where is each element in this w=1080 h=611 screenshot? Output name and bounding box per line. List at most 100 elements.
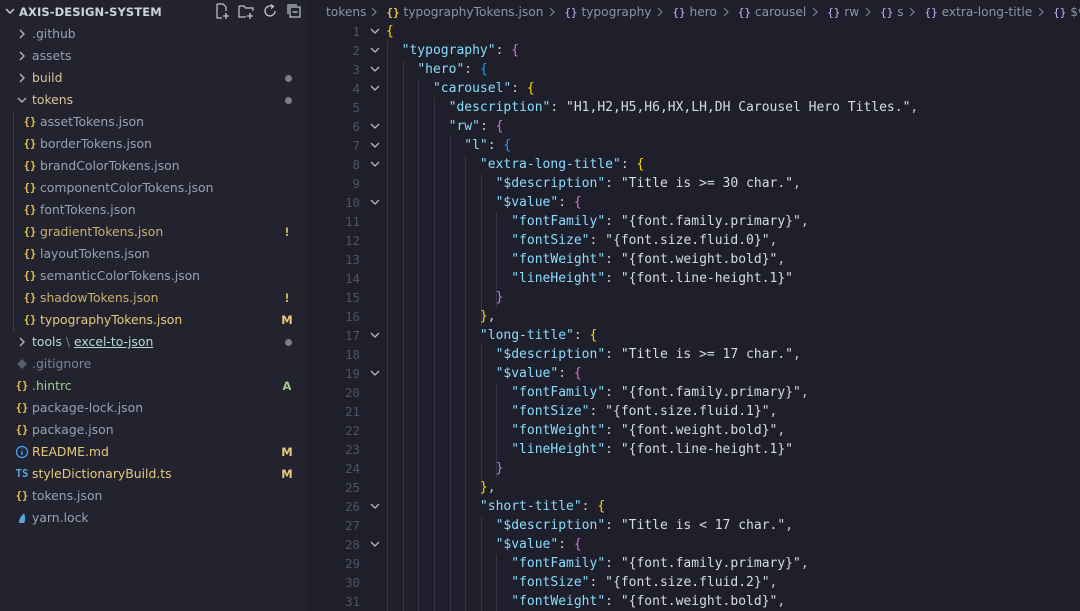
json-file-icon: {}: [23, 314, 37, 326]
fold-chevron-icon[interactable]: [368, 117, 382, 136]
tree-file[interactable]: {} layoutTokens.json: [0, 243, 309, 265]
code-line[interactable]: 13 "fontWeight": "{font.weight.bold}",: [310, 250, 1080, 269]
code-line[interactable]: 9 "$description": "Title is >= 30 char."…: [310, 174, 1080, 193]
code-line[interactable]: 19 "$value": {: [310, 364, 1080, 383]
breadcrumb-item[interactable]: {} extra-long-title: [924, 0, 1032, 24]
code-line[interactable]: 31 "fontWeight": "{font.weight.bold}",: [310, 592, 1080, 611]
code-line[interactable]: 29 "fontFamily": "{font.family.primary}"…: [310, 554, 1080, 573]
breadcrumb-item[interactable]: {} typography: [564, 0, 651, 24]
breadcrumb-label: hero: [689, 5, 717, 19]
code-line[interactable]: 15 }: [310, 288, 1080, 307]
code-text: }: [495, 461, 504, 476]
collapse-all-icon[interactable]: [285, 2, 303, 20]
fold-chevron-icon[interactable]: [368, 326, 382, 345]
code-line[interactable]: 26 "short-title": {: [310, 497, 1080, 516]
tree-file[interactable]: {} gradientTokens.json!: [0, 221, 309, 243]
tree-file[interactable]: yarn.lock: [0, 507, 309, 529]
explorer-header[interactable]: AXIS-DESIGN-SYSTEM: [0, 0, 309, 24]
tree-file[interactable]: {} assetTokens.json: [0, 111, 309, 133]
code-line[interactable]: 17 "long-title": {: [310, 326, 1080, 345]
fold-chevron-icon[interactable]: [368, 535, 382, 554]
code-line[interactable]: 25 },: [310, 478, 1080, 497]
chevron-right-icon[interactable]: [16, 331, 28, 353]
tree-file[interactable]: {} semanticColorTokens.json: [0, 265, 309, 287]
code-line[interactable]: 4 "carousel": {: [310, 79, 1080, 98]
tree-item-label: .gitignore: [32, 353, 91, 375]
fold-chevron-icon[interactable]: [368, 41, 382, 60]
json-file-icon: {}: [23, 182, 37, 194]
code-line[interactable]: 1{: [310, 22, 1080, 41]
breadcrumb-item[interactable]: {} hero: [672, 0, 717, 24]
tree-file[interactable]: README.md M: [0, 441, 309, 463]
chevron-right-icon: [370, 0, 378, 24]
code-line[interactable]: 6 "rw": {: [310, 117, 1080, 136]
code-line[interactable]: 27 "$description": "Title is < 17 char."…: [310, 516, 1080, 535]
new-folder-icon[interactable]: [237, 2, 255, 20]
code-line[interactable]: 11 "fontFamily": "{font.family.primary}"…: [310, 212, 1080, 231]
tree-folder[interactable]: .github: [0, 23, 309, 45]
tree-file[interactable]: {} package-lock.json: [0, 397, 309, 419]
tree-file[interactable]: TS styleDictionaryBuild.ts M: [0, 463, 309, 485]
fold-chevron-icon[interactable]: [368, 364, 382, 383]
tree-file[interactable]: {} typographyTokens.json M: [0, 309, 309, 331]
tree-file[interactable]: .gitignore: [0, 353, 309, 375]
tree-file[interactable]: {} .hintrc A: [0, 375, 309, 397]
breadcrumb-item[interactable]: {} typographyTokens.json: [386, 0, 543, 24]
tree-folder[interactable]: tokens: [0, 89, 309, 111]
tree-item-name: .gitignore: [32, 356, 92, 371]
code-editor[interactable]: 1{2 "typography": {3 "hero": {4 "carouse…: [310, 22, 1080, 611]
code-line[interactable]: 21 "fontSize": "{font.size.fluid.1}",: [310, 402, 1080, 421]
code-line[interactable]: 14 "lineHeight": "{font.line-height.1}": [310, 269, 1080, 288]
tree-file[interactable]: {} borderTokens.json: [0, 133, 309, 155]
chevron-right-icon[interactable]: [16, 23, 28, 45]
fold-chevron-icon[interactable]: [368, 155, 382, 174]
tree-file[interactable]: {} brandColorTokens.json: [0, 155, 309, 177]
tree-file[interactable]: {} tokens.json: [0, 485, 309, 507]
fold-chevron-icon[interactable]: [368, 79, 382, 98]
breadcrumb-item[interactable]: tokens: [326, 0, 366, 24]
typescript-file-icon: TS: [15, 468, 29, 480]
chevron-down-icon[interactable]: [16, 89, 28, 111]
object-symbol-icon: {}: [1053, 6, 1067, 19]
code-line[interactable]: 8 "extra-long-title": {: [310, 155, 1080, 174]
code-line[interactable]: 22 "fontWeight": "{font.weight.bold}",: [310, 421, 1080, 440]
fold-chevron-icon[interactable]: [368, 497, 382, 516]
code-line[interactable]: 24 }: [310, 459, 1080, 478]
refresh-icon[interactable]: [261, 2, 279, 20]
tree-folder[interactable]: assets: [0, 45, 309, 67]
fold-chevron-icon[interactable]: [368, 136, 382, 155]
code-line[interactable]: 16 },: [310, 307, 1080, 326]
new-file-icon[interactable]: [213, 2, 231, 20]
chevron-down-icon[interactable]: [4, 4, 16, 18]
object-symbol-icon: {}: [827, 6, 841, 19]
code-line[interactable]: 3 "hero": {: [310, 60, 1080, 79]
tree-folder[interactable]: build: [0, 67, 309, 89]
code-line[interactable]: 5 "description": "H1,H2,H5,H6,HX,LH,DH C…: [310, 98, 1080, 117]
code-line[interactable]: 20 "fontFamily": "{font.family.primary}"…: [310, 383, 1080, 402]
code-line[interactable]: 7 "l": {: [310, 136, 1080, 155]
fold-chevron-icon[interactable]: [368, 193, 382, 212]
fold-chevron-icon[interactable]: [368, 22, 382, 41]
tree-file[interactable]: {} package.json: [0, 419, 309, 441]
breadcrumb-item[interactable]: {} $value: [1053, 0, 1080, 24]
code-line[interactable]: 10 "$value": {: [310, 193, 1080, 212]
code-line[interactable]: 2 "typography": {: [310, 41, 1080, 60]
code-line[interactable]: 30 "fontSize": "{font.size.fluid.2}",: [310, 573, 1080, 592]
fold-chevron-icon[interactable]: [368, 60, 382, 79]
tree-file[interactable]: {} fontTokens.json: [0, 199, 309, 221]
code-line[interactable]: 12 "fontSize": "{font.size.fluid.0}",: [310, 231, 1080, 250]
code-text: "$description": "Title is >= 17 char.",: [495, 347, 801, 362]
chevron-right-icon[interactable]: [16, 67, 28, 89]
breadcrumb-item[interactable]: {} s: [880, 0, 903, 24]
tree-folder[interactable]: tools \ excel-to-json: [0, 331, 309, 353]
chevron-right-icon[interactable]: [16, 45, 28, 67]
compact-subfolder-label[interactable]: excel-to-json: [74, 334, 153, 349]
breadcrumb-item[interactable]: {} rw: [827, 0, 859, 24]
code-line[interactable]: 18 "$description": "Title is >= 17 char.…: [310, 345, 1080, 364]
tree-item-name: assetTokens.json: [40, 114, 144, 129]
tree-file[interactable]: {} shadowTokens.json!: [0, 287, 309, 309]
code-line[interactable]: 28 "$value": {: [310, 535, 1080, 554]
code-line[interactable]: 23 "lineHeight": "{font.line-height.1}": [310, 440, 1080, 459]
tree-file[interactable]: {} componentColorTokens.json: [0, 177, 309, 199]
breadcrumb-item[interactable]: {} carousel: [738, 0, 806, 24]
